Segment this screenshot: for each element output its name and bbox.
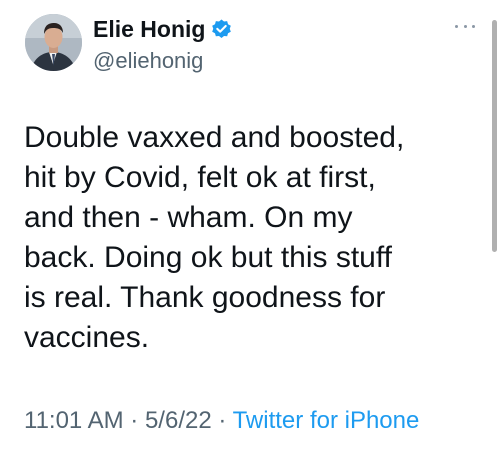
tweet-meta: 11:01 AM · 5/6/22 · Twitter for iPhone bbox=[24, 405, 464, 437]
avatar[interactable] bbox=[25, 14, 82, 71]
verified-badge-icon bbox=[210, 18, 233, 41]
tweet-time[interactable]: 11:01 AM bbox=[24, 407, 124, 434]
tweet-card: Elie Honig @eliehonig Double vaxxed and … bbox=[0, 0, 500, 458]
tweet-text: Double vaxxed and boosted, hit by Covid,… bbox=[24, 121, 405, 354]
avatar-image bbox=[25, 14, 82, 71]
more-options-dot bbox=[455, 24, 458, 28]
author-name-row: Elie Honig bbox=[93, 14, 233, 44]
meta-separator: · bbox=[211, 407, 233, 434]
meta-separator: · bbox=[123, 407, 145, 434]
tweet-source-link[interactable]: Twitter for iPhone bbox=[233, 407, 420, 434]
more-options-dot bbox=[463, 24, 467, 28]
more-options-dot bbox=[472, 24, 475, 28]
more-options-icon[interactable] bbox=[455, 20, 475, 32]
author-display-name[interactable]: Elie Honig bbox=[93, 15, 205, 43]
tweet-date[interactable]: 5/6/22 bbox=[145, 407, 212, 434]
scrollbar[interactable] bbox=[492, 20, 497, 252]
author-handle[interactable]: @eliehonig bbox=[93, 47, 203, 75]
